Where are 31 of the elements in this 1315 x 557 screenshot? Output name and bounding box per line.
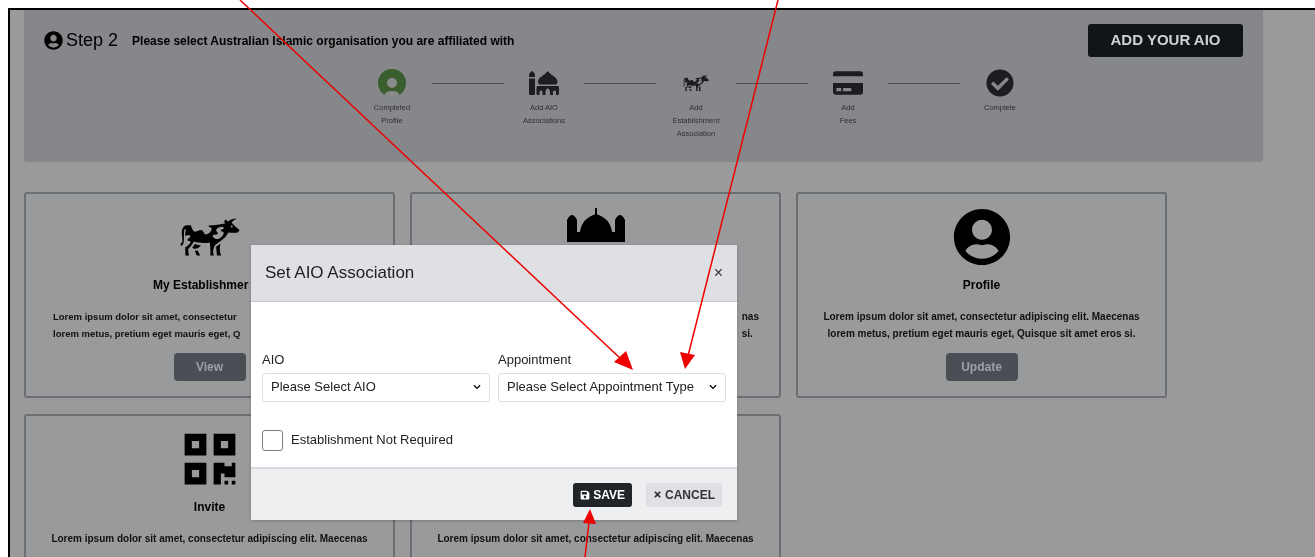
card-title: Invite	[193, 498, 226, 516]
card-description: si.	[741, 327, 754, 341]
close-icon	[653, 490, 662, 499]
card-description: lorem metus, pretium eget mauris eget, Quisque sit amet eros si.	[826, 327, 1137, 341]
save-button[interactable]: SAVE	[573, 482, 632, 507]
select-field[interactable]: Please Select Appointment Type	[498, 372, 726, 402]
save-icon	[580, 489, 591, 500]
close-button[interactable]: ×	[713, 265, 723, 281]
card-description: nas	[741, 310, 759, 324]
cancel-button[interactable]: CANCEL	[646, 482, 722, 507]
card-icon	[833, 69, 863, 97]
field-label: AIO	[262, 351, 286, 369]
card-description: Lorem ipsum dolor sit amet, consectetur adipiscing elit. Maecenas	[823, 310, 1140, 324]
add-aio-button[interactable]: ADD YOUR AIO	[1088, 24, 1243, 57]
modal-title: Set AIO Association	[265, 262, 415, 285]
caret-icon	[709, 383, 717, 391]
card-description: lorem metus, pretium eget mauris eget, Q	[53, 327, 241, 341]
field-label: Appointment	[498, 351, 572, 369]
card-title: My Establishmer	[152, 276, 249, 294]
user-icon	[44, 31, 63, 50]
step-title: Step 2	[66, 29, 119, 52]
user-icon	[952, 208, 1011, 266]
card-title: Profile	[962, 276, 1001, 294]
check-icon	[985, 69, 1015, 97]
checkbox-label: Establishment Not Required	[291, 431, 453, 450]
card-description: Lorem ipsum dolor sit amet, consectetur	[53, 310, 238, 324]
caret-icon	[473, 383, 481, 391]
mosque-icon	[529, 69, 559, 97]
card-description: Lorem ipsum dolor sit amet, consectetur adipiscing elit. Maecenas	[51, 532, 368, 546]
select-field[interactable]: Please Select AIO	[262, 372, 490, 402]
checkbox[interactable]	[262, 429, 283, 451]
